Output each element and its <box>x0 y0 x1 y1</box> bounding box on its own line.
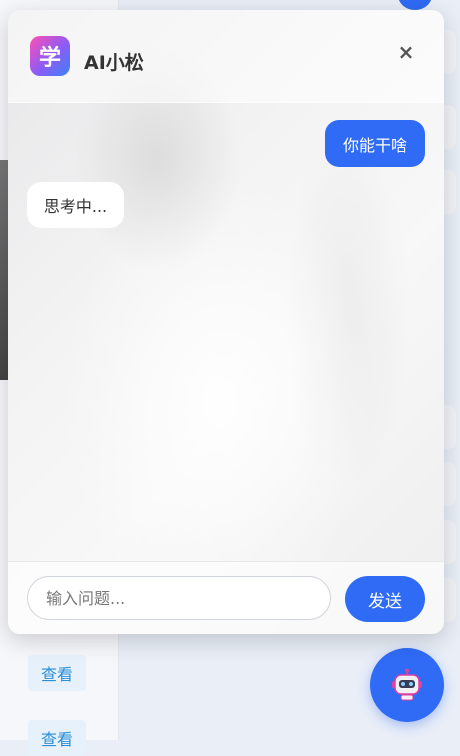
chat-launcher-button[interactable] <box>370 648 444 722</box>
question-input[interactable] <box>27 576 331 620</box>
chat-header: 学 AI小松 × <box>8 10 444 103</box>
app-logo-icon: 学 <box>30 36 70 76</box>
background-avatar <box>398 0 432 10</box>
chat-title: AI小松 <box>84 52 144 74</box>
close-icon[interactable]: × <box>396 40 416 64</box>
background-image <box>0 160 8 380</box>
chat-panel: 学 AI小松 × 你能干啥 思考中... 发送 <box>8 10 444 634</box>
robot-icon <box>392 668 422 701</box>
assistant-message: 思考中... <box>27 182 124 228</box>
view-button[interactable]: 查看 <box>28 720 86 756</box>
user-message: 你能干啥 <box>325 120 425 167</box>
view-button[interactable]: 查看 <box>28 655 86 691</box>
chat-input-bar: 发送 <box>8 561 444 634</box>
send-button[interactable]: 发送 <box>345 576 425 622</box>
